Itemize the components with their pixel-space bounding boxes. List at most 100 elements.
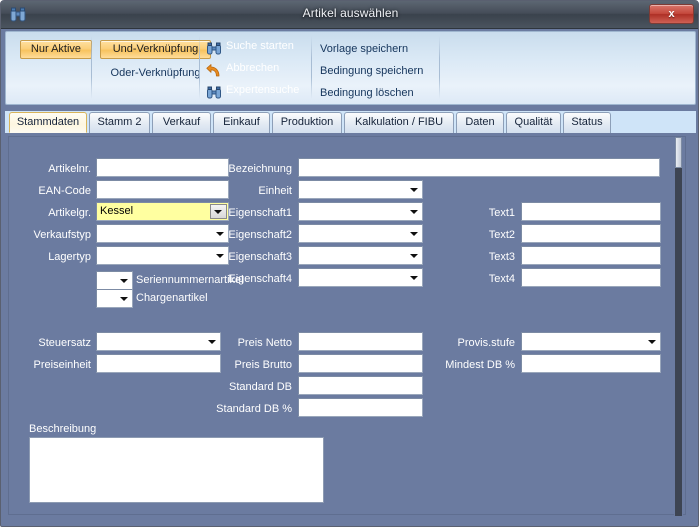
toggle-und-verknuepfung[interactable]: Und-Verknüpfung — [100, 40, 211, 59]
ribbon-divider — [91, 36, 92, 99]
input-preiseinheit[interactable] — [96, 354, 221, 373]
combo-chargenartikel[interactable] — [96, 289, 133, 308]
command-label: Abbrechen — [226, 62, 280, 74]
tab-stamm-2[interactable]: Stamm 2 — [89, 112, 150, 133]
command-label: Suche starten — [226, 40, 294, 52]
label-standard-db-prozent: Standard DB % — [216, 403, 292, 415]
tab-stammdaten[interactable]: Stammdaten — [9, 112, 87, 133]
chevron-down-icon — [208, 340, 216, 344]
command-bedingung-loeschen[interactable]: Bedingung löschen — [320, 83, 414, 103]
label-preis-netto: Preis Netto — [237, 337, 292, 349]
combo-artikelgr[interactable]: Kessel — [96, 202, 229, 221]
chevron-down-icon — [410, 232, 418, 236]
input-bezeichnung[interactable] — [298, 158, 660, 177]
combo-eigenschaft3[interactable] — [298, 246, 423, 265]
label-einheit: Einheit — [258, 185, 292, 197]
label-eigenschaft1: Eigenschaft1 — [228, 207, 292, 219]
combo-seriennummernartikel[interactable] — [96, 271, 133, 290]
command-label: Expertensuche — [226, 84, 300, 96]
command-vorlage-speichern[interactable]: Vorlage speichern — [320, 39, 408, 59]
textarea-beschreibung[interactable] — [29, 437, 324, 503]
chevron-down-icon — [410, 188, 418, 192]
input-standard-db-prozent[interactable] — [298, 398, 423, 417]
chevron-down-icon — [410, 210, 418, 214]
label-verkaufstyp: Verkaufstyp — [33, 229, 91, 241]
label-lagertyp: Lagertyp — [48, 251, 91, 263]
combo-lagertyp[interactable] — [96, 246, 229, 265]
input-text1[interactable] — [521, 202, 661, 221]
label-preis-brutto: Preis Brutto — [234, 359, 292, 371]
combo-einheit[interactable] — [298, 180, 423, 199]
input-ean-code[interactable] — [96, 180, 229, 199]
label-text4: Text4 — [488, 273, 515, 285]
combo-eigenschaft1[interactable] — [298, 202, 423, 221]
command-bedingung-speichern[interactable]: Bedingung speichern — [320, 61, 423, 81]
ribbon-divider — [439, 36, 440, 99]
tab-verkauf[interactable]: Verkauf — [152, 112, 211, 133]
tab-einkauf[interactable]: Einkauf — [213, 112, 270, 133]
input-standard-db[interactable] — [298, 376, 423, 395]
label-text1: Text1 — [488, 207, 515, 219]
scrollbar-track[interactable] — [675, 168, 682, 516]
combo-steuersatz[interactable] — [96, 332, 221, 351]
tab-status[interactable]: Status — [563, 112, 611, 133]
combo-artikelgr-value: Kessel — [100, 205, 134, 217]
tab-strip: Stammdaten Stamm 2 Verkauf Einkauf Produ… — [5, 111, 696, 134]
combo-eigenschaft2[interactable] — [298, 224, 423, 243]
ribbon-divider — [311, 36, 312, 99]
input-artikelnr[interactable] — [96, 158, 229, 177]
label-preiseinheit: Preiseinheit — [33, 359, 91, 371]
label-chargenartikel: Chargenartikel — [136, 292, 208, 304]
label-eigenschaft2: Eigenschaft2 — [228, 229, 292, 241]
input-text3[interactable] — [521, 246, 661, 265]
label-bezeichnung: Bezeichnung — [228, 163, 292, 175]
label-text2: Text2 — [488, 229, 515, 241]
chevron-down-icon — [410, 276, 418, 280]
input-text4[interactable] — [521, 268, 661, 287]
chevron-down-icon — [120, 297, 128, 301]
combo-provis-stufe[interactable] — [521, 332, 661, 351]
binoculars-icon — [206, 41, 222, 57]
combo-eigenschaft4[interactable] — [298, 268, 423, 287]
label-mindest-db-prozent: Mindest DB % — [445, 359, 515, 371]
tab-daten[interactable]: Daten — [456, 112, 504, 133]
window-title: Artikel auswählen — [302, 6, 399, 20]
scrollbar-thumb[interactable] — [675, 137, 682, 168]
chevron-down-icon — [120, 279, 128, 283]
label-standard-db: Standard DB — [229, 381, 292, 393]
dialog-window: Artikel auswählen x Nur Aktive Und-Verkn… — [0, 0, 699, 527]
chevron-down-icon — [410, 254, 418, 258]
form-panel: Artikelnr. EAN-Code Artikelgr. Kessel Ve… — [5, 133, 696, 524]
label-artikelnr: Artikelnr. — [48, 163, 91, 175]
tab-qualitaet[interactable]: Qualität — [506, 112, 561, 133]
form-inner-frame: Artikelnr. EAN-Code Artikelgr. Kessel Ve… — [8, 136, 686, 516]
input-text2[interactable] — [521, 224, 661, 243]
label-eigenschaft4: Eigenschaft4 — [228, 273, 292, 285]
label-steuersatz: Steuersatz — [38, 337, 91, 349]
ribbon-group-templates: Vorlage speichern Bedingung speichern Be… — [316, 34, 441, 103]
label-text3: Text3 — [488, 251, 515, 263]
toolbar-ribbon: Nur Aktive Und-Verknüpfung Oder-Verknüpf… — [5, 31, 696, 105]
combo-verkaufstyp[interactable] — [96, 224, 229, 243]
chevron-down-icon — [648, 340, 656, 344]
input-preis-netto[interactable] — [298, 332, 423, 351]
tab-kalkulation-fibu[interactable]: Kalkulation / FIBU — [344, 112, 454, 133]
label-beschreibung: Beschreibung — [29, 423, 97, 435]
input-mindest-db-prozent[interactable] — [521, 354, 661, 373]
label-ean-code: EAN-Code — [38, 185, 91, 197]
button-oder-verknuepfung[interactable]: Oder-Verknüpfung — [100, 64, 211, 83]
ribbon-group-search: Suche starten Abbrechen Expertensuche — [204, 34, 314, 103]
undo-arrow-icon — [206, 63, 222, 79]
ribbon-group-filters: Nur Aktive Und-Verknüpfung Oder-Verknüpf… — [10, 34, 211, 103]
binoculars-icon — [206, 85, 222, 101]
ribbon-divider — [199, 36, 200, 99]
tab-produktion[interactable]: Produktion — [272, 112, 342, 133]
vertical-scrollbar[interactable] — [674, 137, 683, 516]
close-button[interactable]: x — [649, 4, 694, 24]
binoculars-icon — [8, 5, 28, 25]
label-eigenschaft3: Eigenschaft3 — [228, 251, 292, 263]
label-artikelgr: Artikelgr. — [48, 207, 91, 219]
toggle-nur-aktive[interactable]: Nur Aktive — [20, 40, 92, 59]
title-bar: Artikel auswählen x — [1, 1, 698, 29]
input-preis-brutto[interactable] — [298, 354, 423, 373]
